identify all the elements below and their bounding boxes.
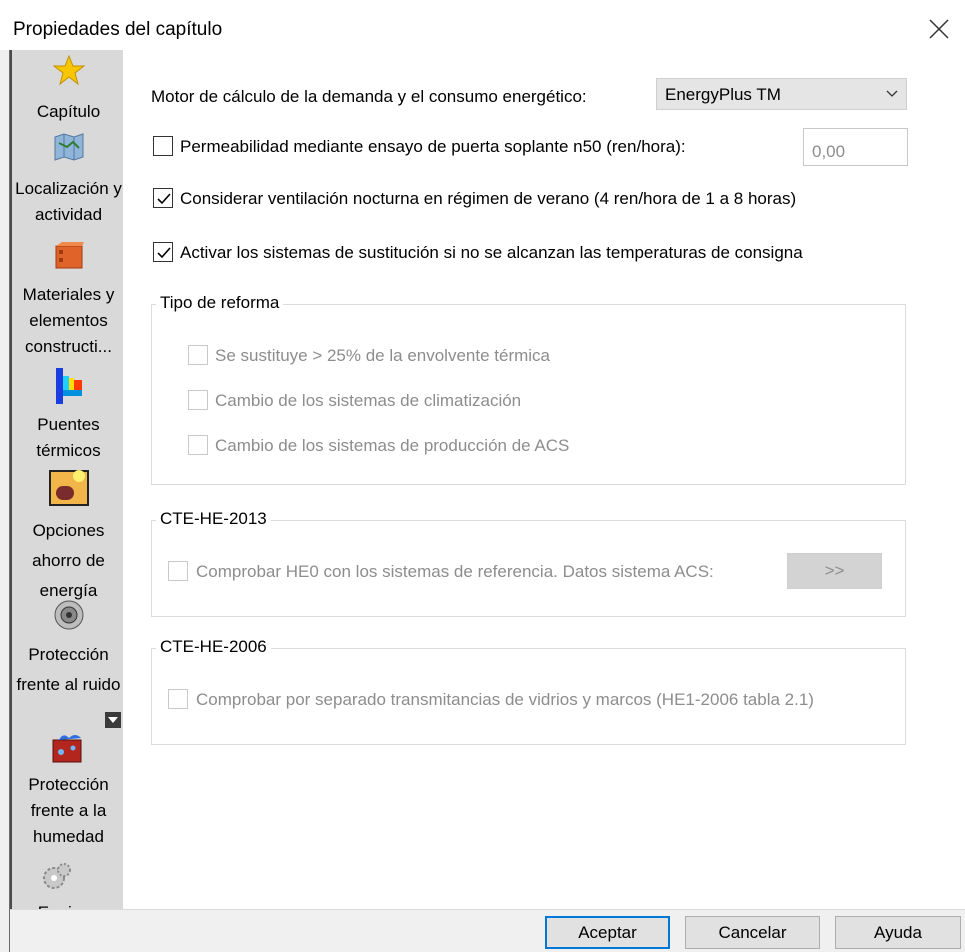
- chevron-down-icon: [886, 90, 898, 97]
- gears-icon: [43, 863, 72, 889]
- checkmark-icon: [157, 193, 171, 205]
- acs-data-button[interactable]: >>: [787, 553, 882, 589]
- help-button[interactable]: Ayuda: [835, 916, 961, 949]
- sidebar-item-localizacion[interactable]: Localización y actividad: [12, 128, 123, 228]
- cte-he-2006-title: CTE-HE-2006: [156, 637, 271, 657]
- reform-option-acs-checkbox[interactable]: [188, 435, 208, 455]
- window-left-edge: [0, 50, 10, 952]
- sidebar-item-ruido[interactable]: Protección frente al ruido: [12, 595, 123, 715]
- cancel-button[interactable]: Cancelar: [685, 916, 820, 949]
- reform-type-title: Tipo de reforma: [156, 293, 284, 313]
- sidebar-item-label: Capítulo: [36, 102, 101, 121]
- sidebar-item-humedad[interactable]: Protección frente a la humedad: [12, 730, 123, 854]
- title-bar: Propiedades del capítulo: [0, 0, 965, 50]
- cte-he-2006-group: CTE-HE-2006 Comprobar por separado trans…: [151, 637, 906, 745]
- he0-check-label: Comprobar HE0 con los sistemas de refere…: [196, 562, 714, 581]
- reform-option-climate-label: Cambio de los sistemas de climatización: [215, 391, 522, 410]
- sidebar-item-opciones-ahorro[interactable]: Opciones ahorro de energía: [12, 470, 123, 600]
- sidebar-item-label: Equipos: [12, 900, 123, 909]
- accept-button[interactable]: Aceptar: [545, 916, 670, 949]
- sidebar-item-materiales[interactable]: Materiales y elementos constructi...: [12, 236, 123, 356]
- transmittance-check-label: Comprobar por separado transmitancias de…: [196, 690, 814, 709]
- reform-option-envelope-label: Se sustituye > 25% de la envolvente térm…: [215, 346, 550, 365]
- sidebar-item-label: Protección frente al ruido: [16, 645, 121, 694]
- he0-check-checkbox[interactable]: [168, 561, 188, 581]
- permeability-label: Permeabilidad mediante ensayo de puerta …: [180, 137, 686, 156]
- reform-option-acs-label: Cambio de los sistemas de producción de …: [215, 436, 570, 455]
- substitution-label: Activar los sistemas de sustitución si n…: [180, 243, 803, 262]
- cte-he-2013-group: CTE-HE-2013 Comprobar HE0 con los sistem…: [151, 509, 906, 617]
- sidebar-item-label: Localización y actividad: [15, 179, 122, 224]
- thermal-bridge-icon: [55, 368, 82, 404]
- sidebar-item-equipos[interactable]: Equipos: [12, 858, 123, 909]
- permeability-checkbox[interactable]: [153, 136, 173, 156]
- sidebar: Capítulo Localización y actividad Materi…: [10, 50, 123, 909]
- sidebar-item-label: Protección frente a la humedad: [28, 775, 109, 846]
- engine-label: Motor de cálculo de la demanda y el cons…: [151, 87, 587, 106]
- sidebar-item-label: Opciones ahorro de energía: [32, 521, 105, 600]
- star-icon: [52, 54, 85, 86]
- engine-select-value: EnergyPlus TM: [665, 85, 781, 104]
- reform-option-climate-checkbox[interactable]: [188, 390, 208, 410]
- night-ventilation-label: Considerar ventilación nocturna en régim…: [180, 189, 797, 208]
- cte-he-2013-title: CTE-HE-2013: [156, 509, 271, 529]
- engine-select[interactable]: EnergyPlus TM: [656, 78, 907, 110]
- sidebar-item-capitulo[interactable]: Capítulo: [12, 52, 123, 122]
- energy-saving-icon: [48, 470, 89, 506]
- properties-panel: Motor de cálculo de la demanda y el cons…: [123, 50, 965, 909]
- reform-option-envelope-checkbox[interactable]: [188, 345, 208, 365]
- dialog-footer: Aceptar Cancelar Ayuda: [10, 909, 965, 952]
- brick-icon: [55, 242, 84, 269]
- close-icon[interactable]: [926, 16, 952, 42]
- sidebar-item-label: Puentes térmicos: [36, 415, 101, 460]
- permeability-input[interactable]: [803, 128, 908, 166]
- window-title: Propiedades del capítulo: [13, 19, 223, 40]
- night-ventilation-checkbox[interactable]: [153, 188, 173, 208]
- sidebar-item-puentes[interactable]: Puentes térmicos: [12, 364, 123, 464]
- map-icon: [54, 133, 83, 161]
- sidebar-item-label: Materiales y elementos constructi...: [22, 285, 115, 356]
- speaker-icon: [54, 600, 83, 630]
- chevron-down-icon[interactable]: [105, 712, 121, 728]
- reform-type-group: Tipo de reforma Se sustituye > 25% de la…: [151, 293, 906, 485]
- substitution-checkbox[interactable]: [153, 242, 173, 262]
- humidity-icon: [52, 735, 81, 763]
- transmittance-check-checkbox[interactable]: [168, 689, 188, 709]
- checkmark-icon: [157, 247, 171, 259]
